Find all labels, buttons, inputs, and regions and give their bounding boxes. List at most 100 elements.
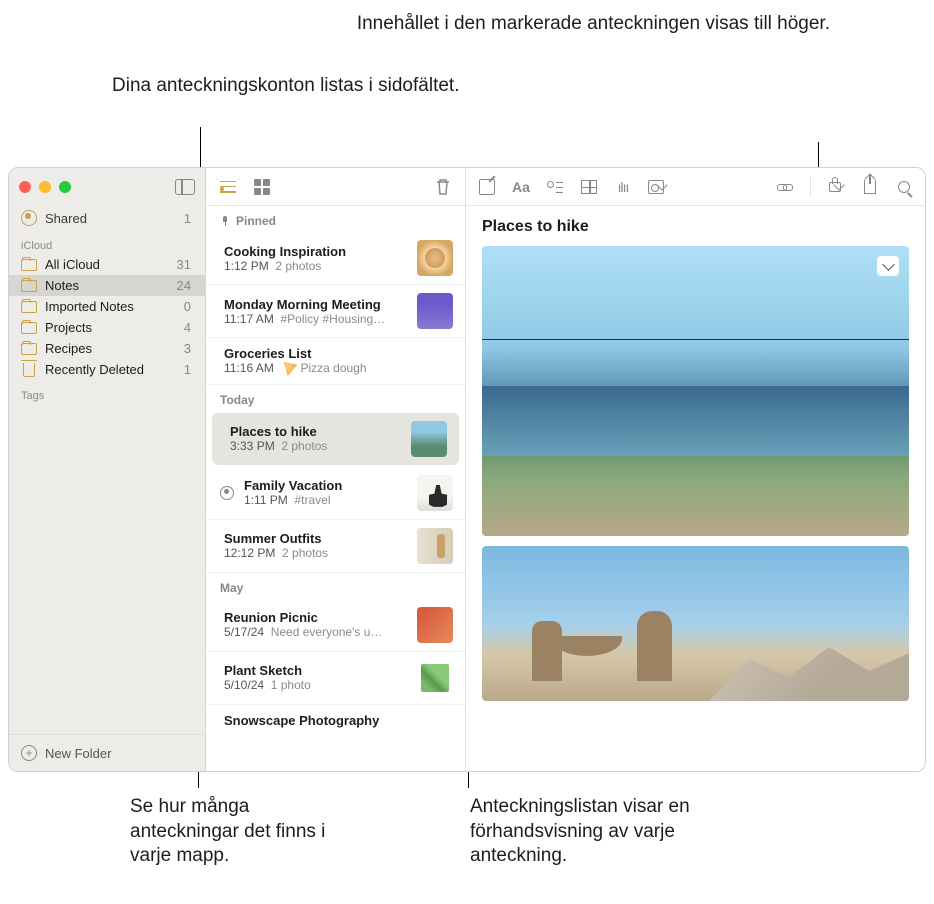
note-row[interactable]: Snowscape Photography [206,705,465,736]
folder-count: 4 [184,320,191,335]
group-may: May [206,573,465,599]
note-row[interactable]: Plant Sketch 5/10/24 1 photo [206,652,465,705]
note-title: Reunion Picnic [224,610,407,625]
sidebar-shared[interactable]: Shared 1 [9,206,205,230]
folder-imported[interactable]: Imported Notes 0 [9,296,205,317]
compose-icon [479,179,495,195]
sidebar: Shared 1 iCloud All iCloud 31 Notes 24 I… [9,168,206,771]
lock-button[interactable] [827,178,845,196]
callout-sidebar: Dina anteckningskonton listas i sidofält… [112,74,459,99]
folder-recipes[interactable]: Recipes 3 [9,338,205,359]
list-view-button[interactable] [218,177,238,197]
detail-toolbar: Aa ılıı [466,168,925,206]
note-title: Summer Outfits [224,531,407,546]
note-row[interactable]: Places to hike 3:33 PM 2 photos [212,413,459,465]
note-meta: 5/10/24 1 photo [224,678,407,692]
folder-notes[interactable]: Notes 24 [9,275,205,296]
search-button[interactable] [895,178,913,196]
note-meta: 1:11 PM #travel [244,493,407,507]
note-title: Cooking Inspiration [224,244,407,259]
notelist-toolbar [206,168,465,206]
notes-scroll[interactable]: Pinned Cooking Inspiration 1:12 PM 2 pho… [206,206,465,771]
note-row[interactable]: Cooking Inspiration 1:12 PM 2 photos [206,232,465,285]
share-icon [864,180,876,194]
callout-preview: Anteckningslistan visar en förhandsvisni… [470,795,750,869]
link-button[interactable] [776,178,794,196]
note-meta: 11:17 AM #Policy #Housing… [224,312,407,326]
note-image-2[interactable] [482,546,909,701]
close-button[interactable] [19,181,31,193]
group-label: Pinned [236,214,276,228]
sidebar-toggle-icon[interactable] [175,179,195,195]
new-folder-button[interactable]: + New Folder [9,734,205,771]
note-thumbnail [417,528,453,564]
note-title: Places to hike [230,424,401,439]
note-title: Monday Morning Meeting [224,297,407,312]
zoom-button[interactable] [59,181,71,193]
link-icon [777,179,793,195]
folder-count: 31 [177,257,191,272]
window-titlebar [9,168,205,206]
table-icon [581,180,597,194]
image-menu-button[interactable] [877,256,899,276]
new-folder-label: New Folder [45,746,111,761]
format-button[interactable]: Aa [512,178,530,196]
group-pinned: Pinned [206,206,465,232]
compose-button[interactable] [478,178,496,196]
folder-icon [21,322,37,334]
folder-name: Recently Deleted [45,362,144,377]
note-detail-title: Places to hike [482,218,909,236]
note-row[interactable]: Monday Morning Meeting 11:17 AM #Policy … [206,285,465,338]
note-thumbnail [411,421,447,457]
list-icon [220,181,236,193]
checklist-icon [547,180,563,194]
divider [810,177,811,197]
note-thumbnail [417,240,453,276]
folder-count: 0 [184,299,191,314]
note-list-pane: Pinned Cooking Inspiration 1:12 PM 2 pho… [206,168,466,771]
folder-name: Imported Notes [45,299,134,314]
note-title: Snowscape Photography [224,713,453,728]
checklist-button[interactable] [546,178,564,196]
table-button[interactable] [580,178,598,196]
note-thumbnail [417,660,453,696]
folder-icon [21,280,37,292]
image-decor [482,331,909,361]
note-meta: 11:16 AM Pizza dough [224,361,453,376]
folder-recently-deleted[interactable]: Recently Deleted 1 [9,359,205,380]
folder-icon [21,343,37,355]
note-row[interactable]: Groceries List 11:16 AM Pizza dough [206,338,465,385]
image-decor [482,386,909,456]
folder-all-icloud[interactable]: All iCloud 31 [9,254,205,275]
note-thumbnail [417,475,453,511]
note-row[interactable]: Reunion Picnic 5/17/24 Need everyone's u… [206,599,465,652]
note-body[interactable]: Places to hike [466,206,925,771]
note-row[interactable]: Summer Outfits 12:12 PM 2 photos [206,520,465,573]
delete-button[interactable] [433,177,453,197]
pin-icon [220,216,230,226]
shared-icon [21,210,37,226]
folder-count: 3 [184,341,191,356]
folder-projects[interactable]: Projects 4 [9,317,205,338]
callout-counts: Se hur många anteckningar det finns i va… [130,795,360,869]
folder-count: 1 [184,362,191,377]
media-button[interactable] [648,178,666,196]
note-row[interactable]: Family Vacation 1:11 PM #travel [206,467,465,520]
note-meta: 1:12 PM 2 photos [224,259,407,273]
note-image-1[interactable] [482,246,909,536]
folder-name: All iCloud [45,257,100,272]
pizza-icon [283,362,297,376]
section-tags: Tags [9,380,205,404]
trash-icon [435,178,451,196]
note-title: Family Vacation [244,478,407,493]
group-today: Today [206,385,465,411]
audio-button[interactable]: ılıı [614,178,632,196]
share-button[interactable] [861,178,879,196]
shared-icon [220,486,234,500]
minimize-button[interactable] [39,181,51,193]
group-label: May [220,581,243,595]
grid-view-button[interactable] [252,177,272,197]
sidebar-content: Shared 1 iCloud All iCloud 31 Notes 24 I… [9,206,205,734]
traffic-lights [19,181,71,193]
note-meta: 5/17/24 Need everyone's u… [224,625,407,639]
